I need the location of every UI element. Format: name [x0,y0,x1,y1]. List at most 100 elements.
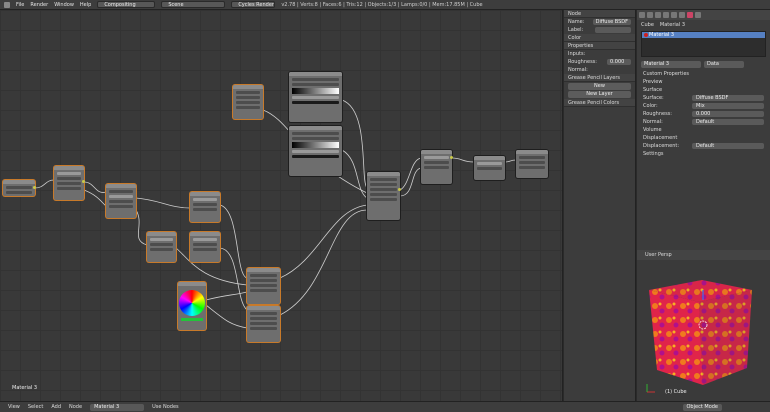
node-diffuse-bsdf[interactable] [421,150,452,184]
node-glossy-bsdf[interactable] [474,156,505,180]
panel-node-header[interactable]: Node [564,10,635,18]
section-settings[interactable]: Settings [637,150,770,158]
panel-grease-pencil-layers[interactable]: Grease Pencil Layers [564,74,635,82]
data-tab-icon[interactable] [679,12,685,18]
node-texture-coordinate[interactable] [3,180,35,196]
output-socket[interactable] [33,186,36,189]
link [341,99,368,189]
active-object-label: (1) Cube [665,389,687,395]
panel-color-header[interactable]: Color [564,34,635,42]
material-tab-icon[interactable] [687,12,693,18]
node-material-field[interactable]: Material 3 [90,403,145,411]
viewport-view-label: User Persp [637,250,770,260]
new-grease-pencil-button[interactable]: New [568,83,631,90]
node-math-c[interactable] [190,232,220,262]
node-rgb[interactable] [178,282,206,330]
menu-node[interactable]: Node [69,404,82,410]
node-noise-texture[interactable] [106,184,136,218]
3d-viewport[interactable]: (1) Cube [637,260,770,401]
menu-select[interactable]: Select [28,404,43,410]
node-label-field[interactable] [595,27,631,33]
surface-roughness-field[interactable]: 0.000 [692,111,764,117]
panel-properties-header[interactable]: Properties [564,42,635,50]
color-label: Color: [643,103,658,109]
material-link-select[interactable]: Data [704,61,744,68]
layout-selector[interactable]: Compositing [97,1,156,8]
inputs-label: Inputs: [568,51,586,57]
surface-normal-field[interactable]: Default [692,119,764,125]
top-header: File Render Window Help Compositing Scen… [0,0,770,10]
displacement-field[interactable]: Default [692,143,764,149]
node-color-ramp-a[interactable] [289,72,342,122]
world-tab-icon[interactable] [655,12,661,18]
material-slot-selected[interactable]: Material 3 [642,32,765,38]
link [504,159,517,163]
output-socket[interactable] [398,188,401,191]
color-input-field[interactable]: Mix [692,103,764,109]
scene-stats: v2.78 | Verts:8 | Faces:6 | Tris:12 | Ob… [281,1,483,8]
menu-help[interactable]: Help [80,2,91,8]
link [399,157,422,191]
normal-label: Normal: [568,67,588,73]
material-name-field[interactable]: Material 3 [641,61,701,68]
properties-tabs [637,10,770,20]
editor-type-icon[interactable] [4,1,10,8]
node-properties-panel: Node Name: Diffuse BSDF Label: Color Prop… [564,10,636,401]
node-mix-rgb-a[interactable] [247,268,280,304]
node-mix-rgb-b[interactable] [247,306,280,342]
node-editor[interactable]: Material 3 [0,10,563,401]
surface-label: Surface: [643,95,664,101]
node-math-b[interactable] [147,232,176,262]
breadcrumb-object[interactable]: Cube [641,22,654,28]
render-engine-selector[interactable]: Cycles Render [231,1,276,8]
material-slot-list[interactable]: Material 3 [641,31,766,57]
color-wheel[interactable] [179,290,205,316]
link [279,204,368,279]
menu-render[interactable]: Render [30,2,48,8]
surface-shader-field[interactable]: Diffuse BSDF [692,95,764,101]
render-tab-icon[interactable] [639,12,645,18]
section-surface[interactable]: Surface [637,86,770,94]
breadcrumb-material[interactable]: Material 3 [660,22,685,28]
link [135,197,191,209]
node-mapping[interactable] [54,166,84,200]
node-math-a[interactable] [190,192,220,222]
material-datablock-row: Material 3 Data [637,59,770,70]
section-volume[interactable]: Volume [637,126,770,134]
cube-left-face [649,290,703,385]
link [219,247,248,311]
texture-tab-icon[interactable] [695,12,701,18]
panel-grease-pencil-colors[interactable]: Grease Pencil Colors [564,99,635,107]
node-editor-header: View Select Add Node Material 3 Use Node… [0,401,770,412]
output-socket[interactable] [82,180,85,183]
section-preview[interactable]: Preview [637,78,770,86]
breadcrumb: Cube Material 3 [637,20,770,29]
link [83,181,107,193]
menu-file[interactable]: File [16,2,24,8]
link [205,304,248,329]
roughness-label: Roughness: [568,59,597,65]
node-links [34,99,517,329]
object-mode-select[interactable]: Object Mode [682,403,722,411]
menu-view[interactable]: View [8,404,20,410]
use-nodes-toggle[interactable]: Use Nodes [152,404,179,410]
object-tab-icon[interactable] [663,12,669,18]
node-color-ramp-b[interactable] [289,126,342,176]
node-value[interactable] [233,85,263,119]
menu-add[interactable]: Add [51,404,61,410]
link [219,204,248,279]
section-custom-properties[interactable]: Custom Properties [637,70,770,78]
node-name-field[interactable]: Diffuse BSDF [592,19,631,25]
modifiers-tab-icon[interactable] [671,12,677,18]
scene-tab-icon[interactable] [647,12,653,18]
label-label: Label: [568,27,584,33]
node-mix-shader[interactable] [367,172,400,220]
new-layer-button[interactable]: New Layer [568,91,631,98]
output-socket[interactable] [450,156,453,159]
scene-selector[interactable]: Scene [161,1,226,8]
section-displacement[interactable]: Displacement [637,134,770,142]
node-material-output[interactable] [516,150,548,178]
roughness-field[interactable]: 0.000 [607,59,631,65]
surface-roughness-label: Roughness: [643,111,672,117]
menu-window[interactable]: Window [54,2,74,8]
